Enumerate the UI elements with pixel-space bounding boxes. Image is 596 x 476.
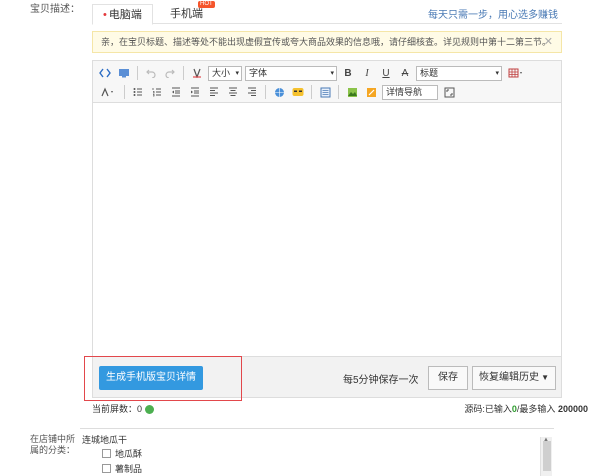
toolbar-divider	[124, 85, 125, 99]
active-dot: •	[103, 9, 107, 21]
underline-button[interactable]: U	[378, 65, 394, 81]
rich-text-editor: 大小 ▾ 字体 ▾ B I U A 标题 ▾ 详情导航	[92, 60, 562, 396]
align-center-icon[interactable]	[225, 84, 241, 100]
align-right-icon[interactable]	[244, 84, 260, 100]
chevron-down-icon: ▾	[495, 69, 499, 77]
toolbar-divider	[137, 66, 138, 80]
checkbox[interactable]	[102, 464, 111, 473]
tab-desktop[interactable]: • 电脑端	[92, 4, 153, 25]
strikethrough-button[interactable]: A	[397, 65, 413, 81]
indent-icon[interactable]	[187, 84, 203, 100]
source-code-icon[interactable]	[97, 65, 113, 81]
table-icon[interactable]	[505, 65, 527, 81]
category-group-title: 连城地瓜干	[82, 435, 128, 445]
font-family-select-label: 字体	[249, 67, 268, 78]
screen-count-value: 0	[137, 404, 143, 414]
chevron-down-icon: ▾	[330, 69, 334, 77]
toolbar-divider	[338, 85, 339, 99]
counter-sep: /最多输入	[516, 404, 556, 414]
restore-history-label: 恢复编辑历史	[479, 372, 539, 383]
char-counter: 源码:已输入0/最多输入 200000	[464, 402, 588, 415]
editor-toolbar: 大小 ▾ 字体 ▾ B I U A 标题 ▾ 详情导航	[93, 61, 561, 103]
screen-count: 当前屏数：0	[92, 402, 155, 415]
font-size-select-label: 大小	[212, 67, 231, 78]
tab-mobile-label: 手机端	[170, 8, 203, 20]
category-item[interactable]: 地瓜酥	[102, 447, 142, 460]
category-item-label: 地瓜酥	[115, 449, 143, 459]
font-size-select[interactable]: 大小 ▾	[208, 65, 242, 81]
pen-icon[interactable]	[363, 84, 379, 100]
notice-text: 亲，在宝贝标题、描述等处不能出现虚假宣传或夸大商品效果的信息哦，请仔细核查。详见…	[101, 37, 552, 47]
description-label: 宝贝描述：	[30, 4, 80, 15]
toolbar-row-2: 详情导航	[97, 83, 457, 101]
counter-max: 200000	[557, 404, 588, 414]
chevron-down-icon: ▾	[235, 69, 239, 77]
notice-banner: 亲，在宝贝标题、描述等处不能出现虚假宣传或夸大商品效果的信息哦，请仔细核查。详见…	[92, 31, 562, 53]
screen-count-label: 当前屏数：	[92, 404, 138, 414]
redo-icon[interactable]	[162, 65, 178, 81]
numbered-list-icon[interactable]	[149, 84, 165, 100]
scrollbar-thumb[interactable]	[543, 441, 551, 471]
bold-button[interactable]: B	[340, 65, 356, 81]
check-status-icon	[145, 405, 155, 415]
format-painter-icon[interactable]	[189, 65, 205, 81]
close-icon[interactable]: ✕	[544, 32, 553, 52]
heading-select-label: 标题	[420, 67, 439, 78]
category-scrollbar[interactable]: ▲	[540, 437, 552, 476]
checkbox[interactable]	[102, 449, 111, 458]
link-globe-icon[interactable]	[271, 84, 287, 100]
heading-select[interactable]: 标题 ▾	[416, 65, 502, 81]
category-tree: 连城地瓜干 地瓜酥 薯制品 ▲	[80, 428, 554, 476]
italic-button[interactable]: I	[359, 65, 375, 81]
toolbar-divider	[311, 85, 312, 99]
category-item[interactable]: 薯制品	[102, 462, 142, 475]
fullscreen-icon[interactable]	[441, 84, 457, 100]
restore-history-dropdown[interactable]: 恢复编辑历史 ▼	[472, 366, 556, 390]
text-color-icon[interactable]	[97, 84, 119, 100]
hot-badge: HOT	[198, 1, 215, 8]
bullet-list-icon[interactable]	[130, 84, 146, 100]
image-icon[interactable]	[344, 84, 360, 100]
toolbar-row-1: 大小 ▾ 字体 ▾ B I U A 标题 ▾	[97, 64, 527, 82]
toolbar-divider	[265, 85, 266, 99]
generate-mobile-detail-button[interactable]: 生成手机版宝贝详情	[99, 366, 203, 390]
detail-nav-label: 详情导航	[386, 86, 423, 97]
font-family-select[interactable]: 字体 ▾	[245, 65, 337, 81]
autosave-note: 每5分钟保存一次	[343, 375, 419, 386]
outdent-icon[interactable]	[168, 84, 184, 100]
counter-prefix: 源码:已输入	[464, 404, 512, 414]
category-label: 在店铺中所属的分类：	[30, 434, 76, 455]
chevron-down-icon: ▼	[541, 373, 549, 382]
slogan-link[interactable]: 每天只需一步，用心选多赚钱	[428, 6, 558, 21]
toolbar-divider	[183, 66, 184, 80]
template-icon[interactable]	[317, 84, 333, 100]
align-left-icon[interactable]	[206, 84, 222, 100]
detail-nav-select[interactable]: 详情导航	[382, 84, 438, 100]
category-item-label: 薯制品	[115, 464, 143, 474]
tab-desktop-label: 电脑端	[108, 9, 142, 21]
editor-content-area[interactable]	[93, 104, 561, 354]
device-tabs: • 电脑端 手机端 HOT 每天只需一步，用心选多赚钱	[92, 0, 562, 25]
undo-icon[interactable]	[143, 65, 159, 81]
preview-icon[interactable]	[116, 65, 132, 81]
save-button[interactable]: 保存	[428, 366, 468, 390]
emoticon-icon[interactable]	[290, 84, 306, 100]
editor-bottom-bar: 生成手机版宝贝详情 每5分钟保存一次 保存 恢复编辑历史 ▼	[92, 356, 562, 398]
